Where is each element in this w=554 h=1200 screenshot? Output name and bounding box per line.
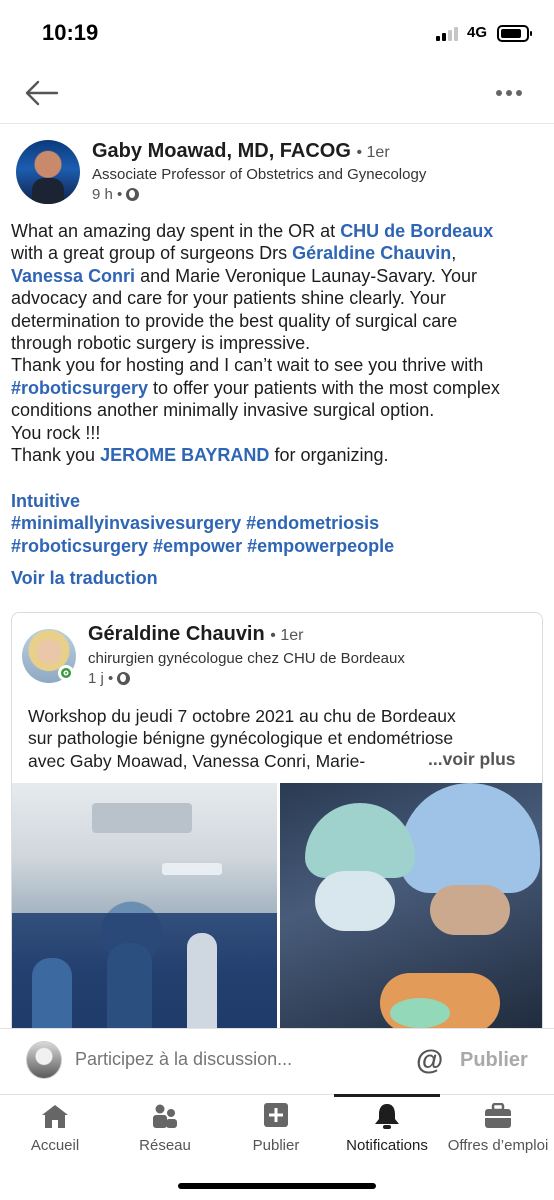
see-more-link[interactable]: ...voir plus	[424, 749, 516, 770]
arrow-left-icon	[25, 80, 59, 106]
hashtags-line[interactable]: #roboticsurgery #empower #empowerpeople	[11, 535, 394, 557]
tab-publish[interactable]: Publier	[220, 1095, 332, 1163]
author-avatar[interactable]	[16, 140, 80, 204]
author-headline: Associate Professor of Obstetrics and Gy…	[92, 166, 427, 183]
mention-at-icon[interactable]: @	[416, 1044, 443, 1076]
tab-home[interactable]: Accueil	[0, 1095, 110, 1163]
hashtag-list: Intuitive #minimallyinvasivesurgery #end…	[11, 490, 394, 557]
tab-notifications[interactable]: Notifications	[334, 1094, 440, 1163]
briefcase-icon	[485, 1103, 511, 1128]
bell-icon	[375, 1104, 399, 1129]
mention-chu-bordeaux[interactable]: CHU de Bordeaux	[340, 221, 493, 241]
shared-post-meta: 1 j •	[88, 670, 131, 687]
surgeons-photo[interactable]	[280, 783, 542, 1033]
home-icon	[42, 1105, 68, 1128]
author-name[interactable]: Gaby Moawad, MD, FACOG • 1er	[92, 140, 390, 163]
network-type: 4G	[467, 24, 488, 41]
status-bar: 10:19 4G	[0, 0, 554, 64]
signal-icon	[436, 27, 464, 41]
comment-bar: @ Publier	[0, 1028, 554, 1094]
post-time: 9 h •	[92, 186, 123, 203]
battery-icon	[497, 25, 532, 42]
shared-post-time: 1 j •	[88, 670, 114, 687]
my-avatar	[26, 1041, 62, 1079]
hashtags-line[interactable]: #minimallyinvasivesurgery #endometriosis	[11, 512, 394, 534]
mention-intuitive[interactable]: Intuitive	[11, 490, 394, 512]
home-indicator	[178, 1183, 376, 1189]
back-button[interactable]	[24, 78, 60, 108]
network-icon	[153, 1104, 177, 1128]
translate-link[interactable]: Voir la traduction	[11, 568, 158, 589]
top-nav	[0, 64, 554, 124]
plus-square-icon	[264, 1103, 288, 1127]
post-meta: 9 h •	[92, 186, 140, 203]
comment-input[interactable]	[75, 1049, 395, 1070]
connection-degree: • 1er	[356, 144, 390, 161]
online-status-icon	[58, 665, 74, 681]
mention-vanessa-conri[interactable]: Vanessa Conri	[11, 266, 135, 286]
shared-post-card[interactable]: Géraldine Chauvin • 1er chirurgien gynéc…	[11, 612, 543, 1042]
globe-icon	[117, 672, 131, 685]
connection-degree: • 1er	[270, 627, 304, 644]
tab-network[interactable]: Réseau	[110, 1095, 220, 1163]
status-time: 10:19	[42, 20, 99, 45]
globe-icon	[126, 188, 140, 201]
hashtag-roboticsurgery[interactable]: #roboticsurgery	[11, 378, 148, 398]
operating-room-photo[interactable]	[12, 783, 277, 1033]
shared-author-headline: chirurgien gynécologue chez CHU de Borde…	[88, 650, 405, 667]
more-dots-icon	[496, 90, 502, 96]
shared-author-name[interactable]: Géraldine Chauvin • 1er	[88, 623, 303, 646]
mention-geraldine-chauvin[interactable]: Géraldine Chauvin	[292, 243, 451, 263]
mention-jerome-bayrand[interactable]: JEROME BAYRAND	[100, 445, 269, 465]
tab-jobs[interactable]: Offres d’emploi	[442, 1095, 554, 1163]
publish-comment-button[interactable]: Publier	[460, 1049, 528, 1072]
more-options-button[interactable]	[496, 88, 528, 98]
post-text: What an amazing day spent in the OR at C…	[11, 221, 500, 466]
